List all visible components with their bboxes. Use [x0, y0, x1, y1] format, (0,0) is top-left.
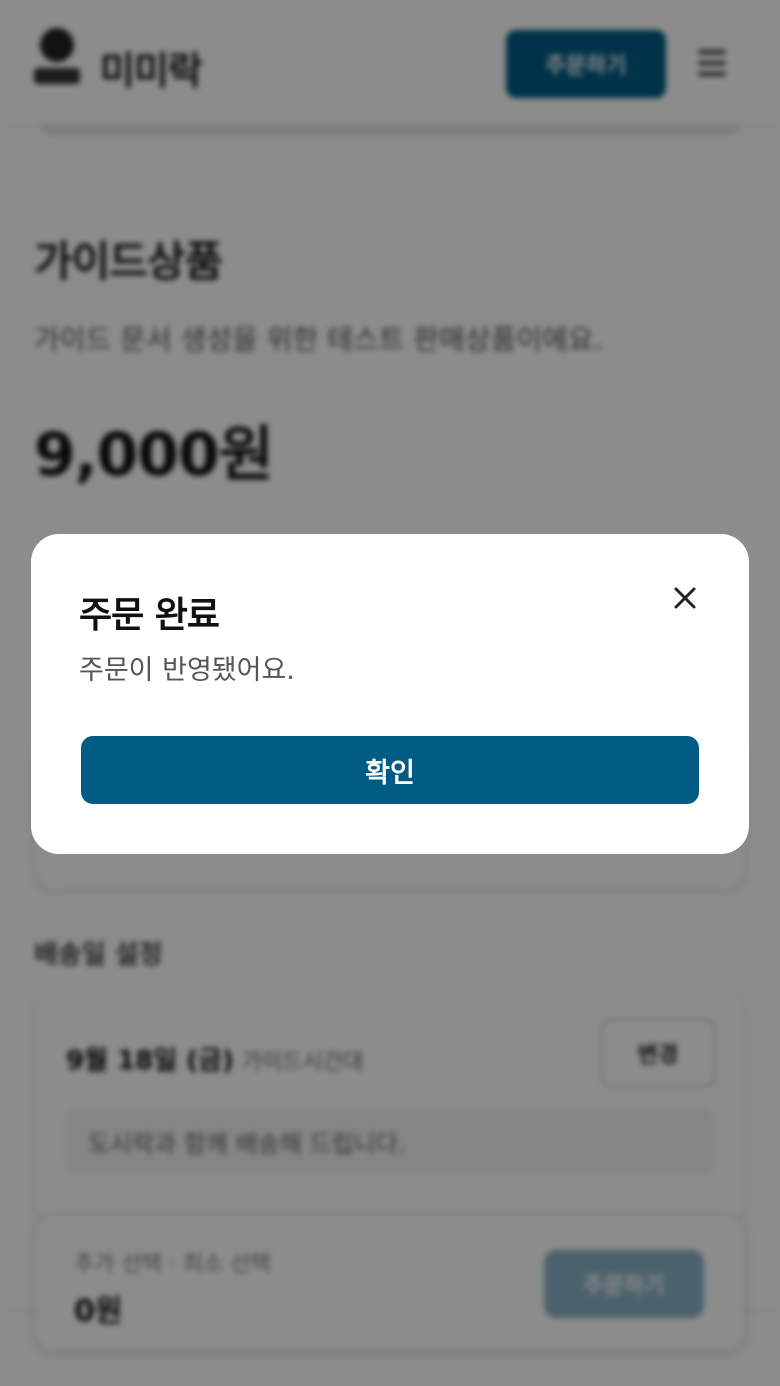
dialog-title: 주문 완료	[79, 595, 220, 636]
confirm-button[interactable]: 확인	[81, 736, 699, 804]
dialog-message: 주문이 반영됐어요.	[79, 655, 295, 686]
close-icon[interactable]	[667, 580, 703, 616]
order-complete-dialog: 주문 완료 주문이 반영됐어요. 확인	[31, 534, 749, 854]
